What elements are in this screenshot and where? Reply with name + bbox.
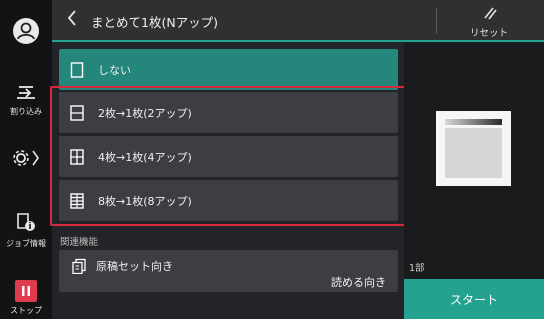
orientation-value: 読める向き xyxy=(331,276,386,289)
header-divider xyxy=(436,8,437,34)
copies-count: 1部 xyxy=(409,263,425,274)
option-label: しない xyxy=(98,63,131,77)
preview-header-strip xyxy=(445,119,502,125)
interrupt-icon xyxy=(17,86,35,99)
chevron-left-icon xyxy=(67,10,76,26)
settings-button[interactable] xyxy=(0,148,52,172)
reset-button[interactable] xyxy=(482,5,498,25)
job-info-label: ジョブ情報 xyxy=(6,239,46,248)
single-page-icon xyxy=(70,61,84,78)
start-button[interactable]: スタート xyxy=(404,279,544,319)
stop-label: ストップ xyxy=(10,306,42,315)
preview-content xyxy=(445,128,502,178)
highlight-frame xyxy=(50,86,409,226)
avatar[interactable] xyxy=(13,18,39,44)
interrupt-label: 割り込み xyxy=(10,107,42,116)
pause-icon xyxy=(22,286,30,296)
job-info-button[interactable]: ジョブ情報 xyxy=(0,212,52,249)
related-heading: 関連機能 xyxy=(60,237,99,248)
user-icon xyxy=(17,22,35,40)
reset-icon xyxy=(484,7,497,20)
orientation-title: 原稿セット向き xyxy=(96,260,173,273)
back-button[interactable] xyxy=(66,9,78,31)
reset-label[interactable]: リセット xyxy=(470,25,508,39)
job-info-icon xyxy=(17,213,35,231)
orientation-icon xyxy=(71,258,87,278)
gear-icon xyxy=(13,150,39,166)
page-title: まとめて1枚(Nアップ) xyxy=(91,15,219,30)
interrupt-button[interactable]: 割り込み xyxy=(0,84,52,117)
stop-label-wrap: ストップ xyxy=(0,303,52,316)
option-none[interactable]: しない xyxy=(59,49,398,90)
stop-button[interactable] xyxy=(15,280,37,302)
